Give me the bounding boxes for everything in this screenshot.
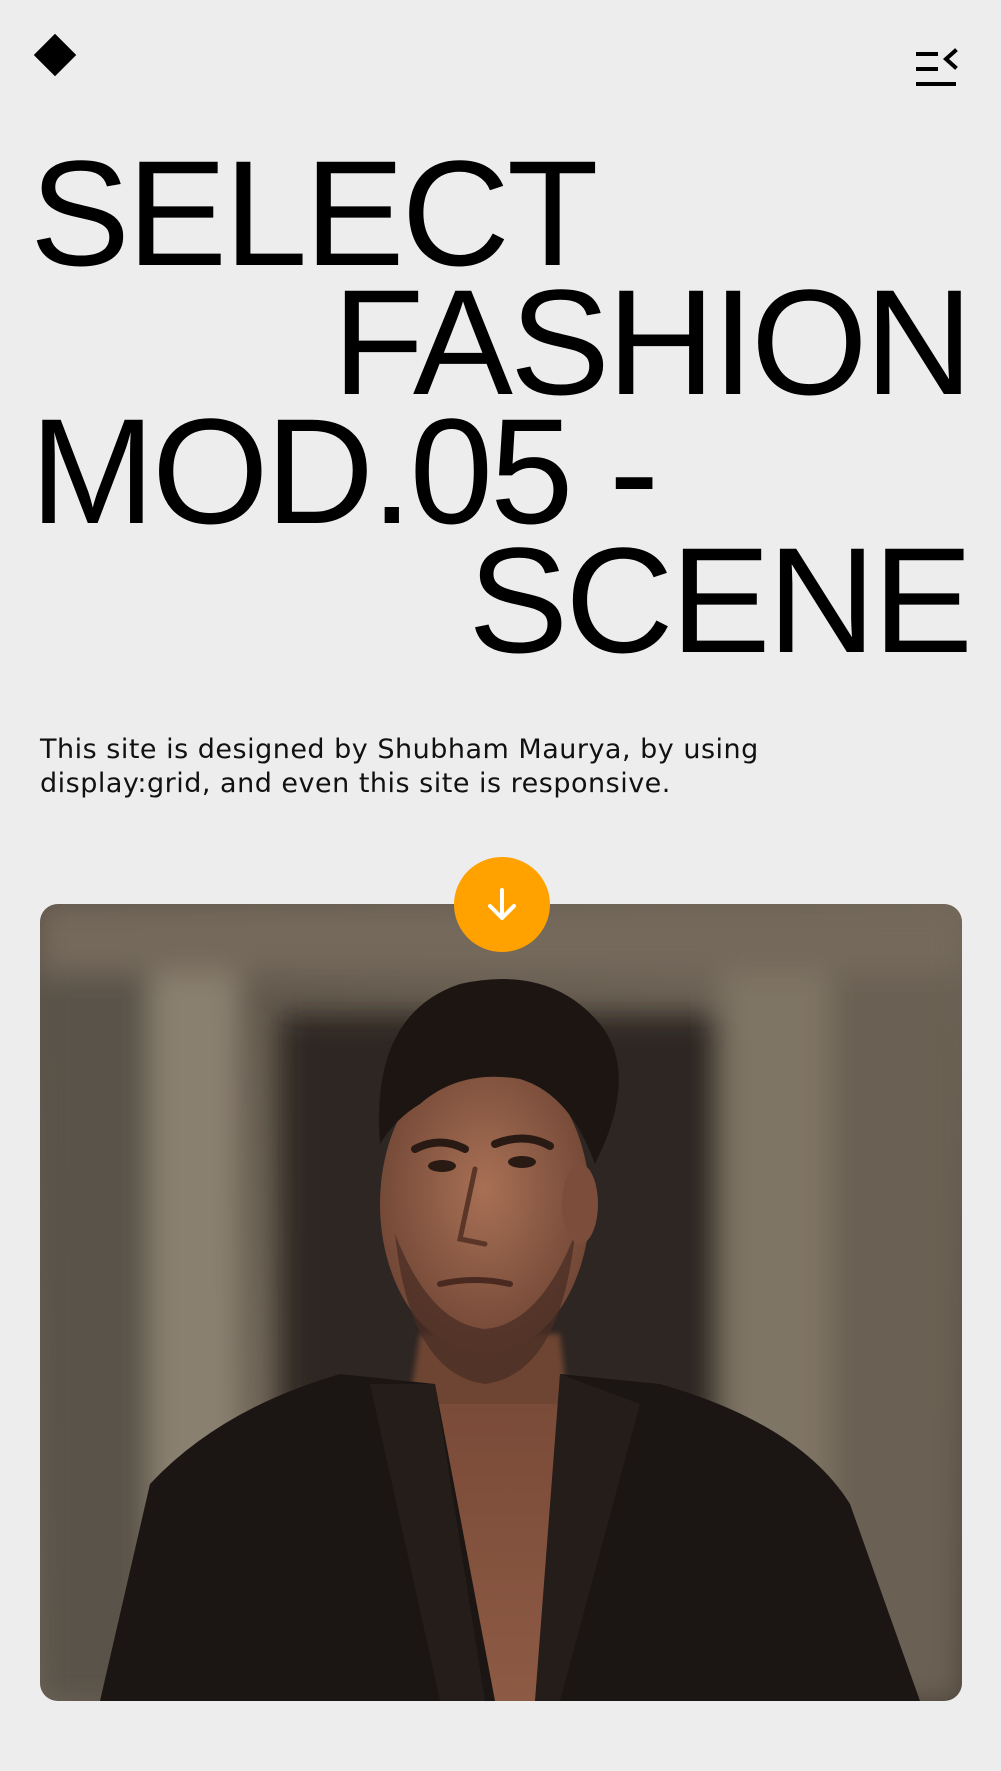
- hero-title-line-4: SCENE: [468, 516, 973, 684]
- intro-text: This site is designed by Shubham Maurya,…: [40, 734, 759, 799]
- menu-collapse-icon: [916, 48, 958, 86]
- arrow-down-icon: [488, 887, 516, 920]
- menu-button[interactable]: [912, 48, 958, 90]
- scroll-down-button[interactable]: [454, 857, 550, 952]
- diamond-logo-icon[interactable]: [33, 33, 77, 77]
- fashion-model-photo: [40, 904, 962, 1701]
